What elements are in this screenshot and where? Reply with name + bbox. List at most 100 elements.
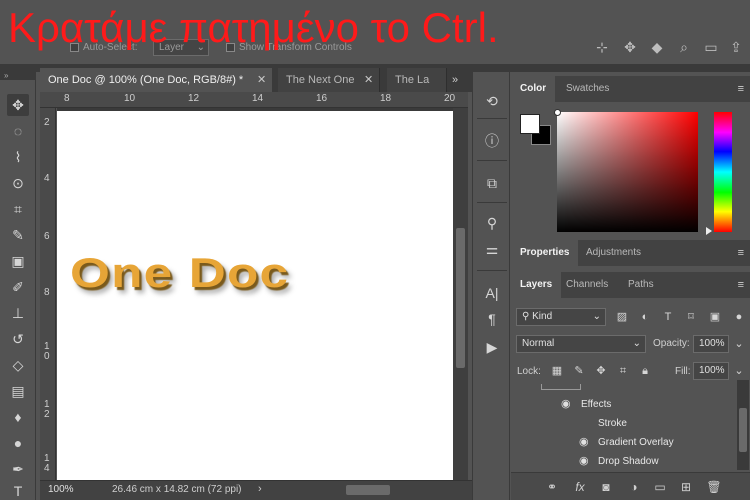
collapse-toggle-icon[interactable]: » [0, 72, 36, 80]
close-icon[interactable]: ✕ [364, 68, 373, 92]
mask-icon[interactable]: ◙ [597, 479, 615, 495]
tab-one-doc[interactable]: One Doc @ 100% (One Doc, RGB/8#) * ✕ [40, 68, 272, 92]
lock-all-icon[interactable]: 🔒︎ [637, 363, 653, 379]
tab-the-next-one[interactable]: The Next One ✕ [278, 68, 380, 92]
tab-properties[interactable]: Properties [511, 240, 579, 266]
dodge-tool-icon[interactable]: ● [7, 432, 29, 454]
tab-adjustments[interactable]: Adjustments [577, 240, 650, 266]
horizontal-scroll-thumb[interactable] [346, 485, 390, 495]
crop-tool-icon[interactable]: ⌗ [7, 198, 29, 220]
adjustment-icon[interactable]: ◑ [625, 479, 643, 495]
tab-overflow-icon[interactable]: » [452, 72, 470, 88]
layer-filter-kind[interactable]: ⚲ Kind ⌄ [516, 308, 606, 326]
paragraph-icon[interactable]: ¶ [481, 308, 503, 330]
tab-swatches[interactable]: Swatches [557, 76, 618, 102]
chevron-down-icon[interactable]: ⌄ [731, 336, 747, 352]
3d-mode-icon[interactable]: ◆ [647, 37, 667, 57]
marquee-tool-icon[interactable]: ◌ [7, 120, 29, 142]
effect-row-drop-shadow[interactable]: ◉ Drop Shadow [511, 452, 735, 471]
character-icon[interactable]: A| [481, 282, 503, 304]
scroll-thumb[interactable] [739, 408, 747, 452]
link-icon[interactable]: ⚭ [543, 479, 561, 495]
gradient-tool-icon[interactable]: ▤ [7, 380, 29, 402]
filter-pixel-icon[interactable]: ▨ [614, 309, 630, 325]
color-picker-field[interactable] [557, 112, 698, 232]
ruler-label: 18 [380, 93, 392, 104]
workspace-icon[interactable]: ▭ [701, 37, 721, 57]
eraser-tool-icon[interactable]: ◇ [7, 354, 29, 376]
vertical-scrollbar[interactable] [453, 108, 468, 480]
canvas-area[interactable]: One Doc [57, 108, 453, 480]
brushes-icon[interactable]: ⚲ [481, 212, 503, 234]
status-bar: 100% 26.46 cm x 14.82 cm (72 ppi) › [40, 480, 472, 500]
effect-label: Stroke [598, 418, 627, 429]
adjust-sliders-icon[interactable]: ⚌ [481, 238, 503, 260]
tab-channels[interactable]: Channels [557, 272, 617, 298]
eyedropper-tool-icon[interactable]: ✎ [7, 224, 29, 246]
filter-adjustment-icon[interactable]: ◐ [637, 309, 653, 325]
lock-position-icon[interactable]: ✥ [593, 363, 609, 379]
trash-icon[interactable]: 🗑︎ [705, 479, 723, 495]
foreground-color-swatch[interactable] [520, 114, 540, 134]
filter-kind-value: Kind [532, 311, 553, 322]
canvas-text-layer[interactable]: One Doc [70, 249, 289, 297]
filter-shape-icon[interactable]: ⌑ [683, 309, 699, 325]
panel-menu-icon[interactable]: ≡ [738, 247, 744, 259]
tab-paths[interactable]: Paths [619, 272, 663, 298]
navigator-icon[interactable]: ⧉ [481, 172, 503, 194]
panel-menu-icon[interactable]: ≡ [738, 83, 744, 95]
eye-icon[interactable]: ◉ [579, 433, 589, 452]
effect-row-gradient-overlay[interactable]: ◉ Gradient Overlay [511, 433, 735, 452]
close-icon[interactable]: ✕ [257, 68, 266, 92]
panel-menu-icon[interactable]: ≡ [738, 279, 744, 291]
tab-color[interactable]: Color [511, 76, 556, 102]
brush-tool-icon[interactable]: ✐ [7, 276, 29, 298]
lock-artboard-icon[interactable]: ⌗ [615, 363, 631, 379]
eye-icon[interactable]: ◉ [561, 395, 571, 414]
chevron-down-icon[interactable]: ⌄ [731, 363, 747, 379]
chevron-right-icon[interactable]: › [258, 483, 262, 495]
effects-row[interactable]: ◉ Effects [511, 395, 735, 414]
new-layer-icon[interactable]: ⊞ [677, 479, 695, 495]
share-icon[interactable]: ⇪ [726, 37, 746, 57]
eye-icon[interactable]: ◉ [579, 452, 589, 471]
info-icon[interactable]: ⓘ [481, 130, 503, 152]
hue-slider-marker[interactable] [706, 227, 712, 235]
blur-tool-icon[interactable]: ♦ [7, 406, 29, 428]
lock-transparent-icon[interactable]: ▦ [549, 363, 565, 379]
document-size: 26.46 cm x 14.82 cm (72 ppi) [112, 484, 242, 495]
search-icon[interactable]: ⌕ [674, 37, 694, 57]
fx-icon[interactable]: fx [571, 479, 589, 495]
blend-mode-dropdown[interactable]: Normal ⌄ [516, 335, 646, 353]
play-icon[interactable]: ▶ [481, 336, 503, 358]
tab-the-la[interactable]: The La [387, 68, 447, 92]
fill-field[interactable]: 100% [693, 362, 729, 380]
move-icon[interactable]: ✥ [620, 37, 640, 57]
history-brush-tool-icon[interactable]: ↺ [7, 328, 29, 350]
lasso-tool-icon[interactable]: ⌇ [7, 146, 29, 168]
effect-row-stroke[interactable]: Stroke [511, 414, 735, 433]
filter-smart-object-icon[interactable]: ▣ [707, 309, 723, 325]
tab-layers[interactable]: Layers [511, 272, 562, 298]
type-tool-icon[interactable]: T [7, 480, 29, 500]
color-picker-marker[interactable] [554, 109, 561, 116]
filter-toggle-icon[interactable]: ● [731, 309, 747, 325]
move-tool-icon[interactable]: ✥ [7, 94, 29, 116]
opacity-field[interactable]: 100% [693, 335, 729, 353]
history-icon[interactable]: ⟲ [481, 90, 503, 112]
healing-brush-tool-icon[interactable]: ▣ [7, 250, 29, 272]
stamp-tool-icon[interactable]: ⊥ [7, 302, 29, 324]
lock-image-icon[interactable]: ✎ [571, 363, 587, 379]
zoom-level[interactable]: 100% [48, 484, 74, 495]
pen-tool-icon[interactable]: ✒ [7, 458, 29, 480]
scroll-thumb[interactable] [456, 228, 465, 368]
quick-select-tool-icon[interactable]: ⊙ [7, 172, 29, 194]
layers-scrollbar[interactable] [737, 380, 749, 470]
hue-slider[interactable] [714, 112, 732, 232]
filter-type-icon[interactable]: T [660, 309, 676, 325]
align-icon[interactable]: ⊹ [592, 37, 612, 57]
fill-label: Fill: [675, 366, 691, 377]
group-icon[interactable]: ▭ [651, 479, 669, 495]
chevron-down-icon: ⌄ [632, 338, 641, 349]
document-canvas[interactable]: One Doc [57, 111, 453, 480]
